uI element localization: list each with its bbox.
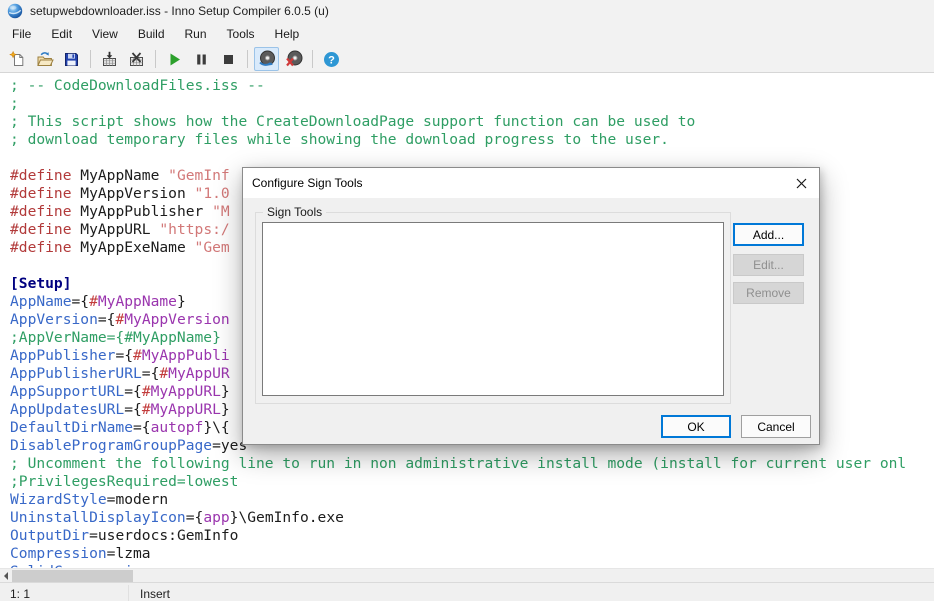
svg-text:?: ? [328,54,335,66]
code-line: ; -- CodeDownloadFiles.iss -- [10,77,265,94]
terminate-button[interactable] [216,47,241,71]
toolbar-separator [312,50,313,68]
menu-view[interactable]: View [82,23,128,45]
menu-run[interactable]: Run [175,23,217,45]
scrollbar-thumb[interactable] [12,570,133,582]
save-script-button[interactable] [59,47,84,71]
code-line: ;PrivilegesRequired=lowest [10,473,239,490]
scroll-left-arrow[interactable] [0,569,12,583]
dialog-titlebar[interactable]: Configure Sign Tools [243,168,819,198]
code-line: UninstallDisplayIcon={app}\GemInfo.exe [10,509,344,526]
menu-build[interactable]: Build [128,23,175,45]
window-titlebar[interactable]: setupwebdownloader.iss - Inno Setup Comp… [0,0,934,22]
save-floppy-icon [65,52,78,66]
target-setup-button[interactable] [254,47,279,71]
toolbar-separator [155,50,156,68]
run-play-icon [170,53,180,65]
sign-tools-group-label: Sign Tools [263,205,327,219]
menu-edit[interactable]: Edit [41,23,82,45]
dialog-close-button[interactable] [783,168,819,198]
cancel-button[interactable]: Cancel [741,415,811,438]
open-script-button[interactable] [32,47,57,71]
insert-mode-indicator: Insert [140,587,171,601]
caret-position: 1: 1 [10,587,31,601]
code-line: ; [10,95,19,112]
sign-tools-groupbox: Sign Tools [255,205,731,404]
statusbar: 1: 1 Insert [0,582,934,601]
code-line: Compression=lzma [10,545,151,562]
new-file-icon [9,50,24,66]
stop-compile-button[interactable] [124,47,149,71]
target-uninstall-button[interactable] [281,47,306,71]
close-icon [796,178,806,188]
statusbar-divider [128,585,129,601]
open-folder-icon [36,51,54,66]
pause-button[interactable] [189,47,214,71]
run-button[interactable] [162,47,187,71]
menu-file[interactable]: File [2,23,41,45]
pause-icon [197,54,206,64]
ok-button[interactable]: OK [661,415,731,438]
window-title: setupwebdownloader.iss - Inno Setup Comp… [30,4,329,18]
help-button[interactable]: ? [319,47,344,71]
menu-help[interactable]: Help [265,23,310,45]
code-line: ; Uncomment the following line to run in… [10,455,907,472]
cd-x-icon [285,50,302,67]
toolbar-separator [90,50,91,68]
toolbar-separator [247,50,248,68]
configure-sign-tools-dialog: Configure Sign Tools Sign Tools Add... E… [242,167,820,445]
cd-arrow-icon [258,50,275,66]
new-script-button[interactable] [5,47,30,71]
app-logo-icon [7,3,23,19]
code-line: WizardStyle=modern [10,491,169,508]
toolbar: ? [0,46,934,73]
code-line: ; This script shows how the CreateDownlo… [10,113,696,130]
remove-button: Remove [733,282,804,304]
code-line: ; download temporary files while showing… [10,131,669,148]
horizontal-scrollbar[interactable] [0,568,934,582]
add-button[interactable]: Add... [733,223,804,246]
menubar: File Edit View Build Run Tools Help [0,22,934,46]
help-question-icon: ? [324,51,339,67]
dialog-title: Configure Sign Tools [252,176,363,190]
compile-crate-icon [103,51,116,66]
stop-square-icon [224,54,233,64]
compile-button[interactable] [97,47,122,71]
crate-x-icon [130,51,143,66]
sign-tools-listbox[interactable] [262,222,724,396]
code-line: OutputDir=userdocs:GemInfo [10,527,239,544]
menu-tools[interactable]: Tools [217,23,265,45]
edit-button: Edit... [733,254,804,276]
